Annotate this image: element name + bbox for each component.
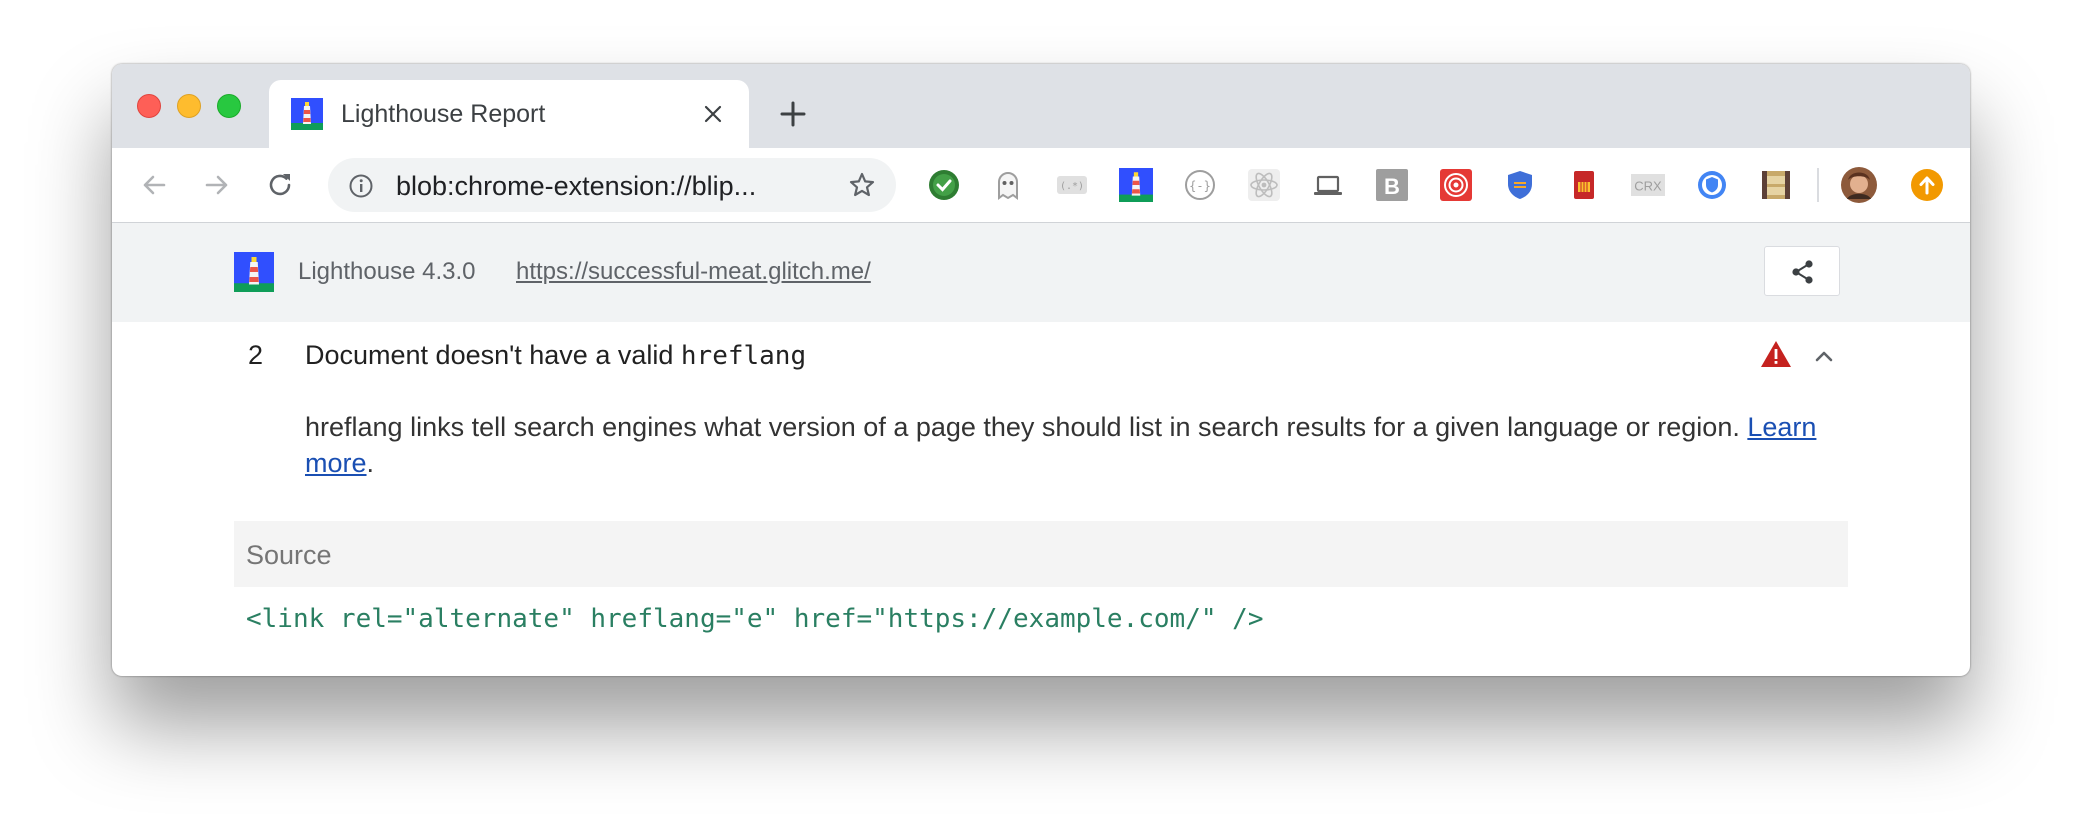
checkmark-ext-icon[interactable] [927,168,961,202]
browser-window: Lighthouse Report blob:chrome-extension:… [112,64,1970,676]
column-header-source: Source [246,540,332,570]
lighthouse-logo-icon [234,252,274,292]
url-text[interactable]: blob:chrome-extension://blip... [396,171,756,202]
warning-icon [1761,341,1791,367]
crx-ext-icon[interactable]: CRX [1631,168,1665,202]
close-tab-icon[interactable] [701,102,725,126]
address-bar[interactable]: blob:chrome-extension://blip... [328,158,896,212]
b-ext-icon[interactable]: B [1375,168,1409,202]
bookmark-star-icon[interactable] [848,171,876,199]
new-tab-icon[interactable] [778,99,808,129]
laptop-ext-icon[interactable] [1311,168,1345,202]
close-window-button[interactable] [137,94,161,118]
audit-title[interactable]: Document doesn't have a valid hreflang [305,340,806,371]
regex-ext-icon[interactable]: (.*) [1055,168,1089,202]
share-button[interactable] [1764,246,1840,296]
share-icon [1792,260,1813,284]
globe-shield-ext-icon[interactable] [1695,168,1729,202]
minimize-window-button[interactable] [177,94,201,118]
zoom-window-button[interactable] [217,94,241,118]
back-icon[interactable] [138,169,170,201]
lighthouse-icon [291,98,323,130]
tab-title: Lighthouse Report [341,100,546,128]
update-icon[interactable] [1910,168,1944,202]
reload-icon[interactable] [264,169,296,201]
ghost-ext-icon[interactable] [991,168,1025,202]
audit-title-code: hreflang [680,341,807,371]
lighthouse-version: Lighthouse 4.3.0 [298,258,476,285]
info-icon[interactable] [348,173,374,199]
react-ext-icon[interactable] [1247,168,1281,202]
target-ext-icon[interactable] [1439,168,1473,202]
svg-text:{-}: {-} [1189,179,1211,193]
source-snippet: <link rel="alternate" hreflang="e" href=… [246,604,1264,634]
tab-lighthouse-report[interactable]: Lighthouse Report [269,80,749,148]
avatar-icon[interactable] [1840,166,1878,204]
audited-url-link[interactable]: https://successful-meat.glitch.me/ [516,258,871,286]
learn-more-suffix: . [366,448,375,478]
shield-ext-icon[interactable] [1503,168,1537,202]
card-ext-icon[interactable] [1567,168,1601,202]
tab-strip: Lighthouse Report [112,64,1970,148]
browser-toolbar: blob:chrome-extension://blip... (.*) {-} [112,148,1970,223]
audit-description: hreflang links tell search engines what … [305,409,1865,481]
details-table-header: Source [234,521,1848,587]
json-ext-icon[interactable]: {-} [1183,168,1217,202]
forward-icon[interactable] [201,169,233,201]
audit-index: 2 [248,340,264,370]
svg-text:(.*): (.*) [1060,181,1084,192]
audit-title-text: Document doesn't have a valid [305,340,681,370]
chevron-up-icon[interactable] [1812,344,1836,368]
svg-text:B: B [1384,174,1400,199]
svg-text:CRX: CRX [1634,179,1662,194]
audit-description-text: hreflang links tell search engines what … [305,412,1740,442]
toolbar-separator [1817,168,1819,202]
film-ext-icon[interactable] [1759,168,1793,202]
lighthouse-ext-icon[interactable] [1119,168,1153,202]
report-header: Lighthouse 4.3.0 https://successful-meat… [112,223,1970,322]
